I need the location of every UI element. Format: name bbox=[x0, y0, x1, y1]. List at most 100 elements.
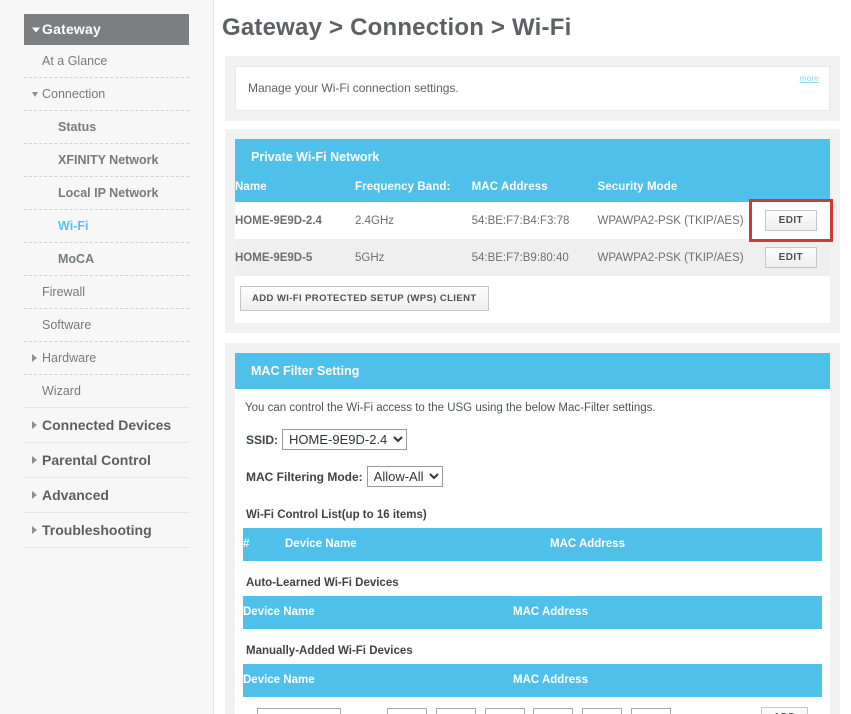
table-header-row: Name Frequency Band: MAC Address Securit… bbox=[235, 174, 830, 202]
sidebar-item-at-a-glance[interactable]: At a Glance bbox=[24, 45, 189, 78]
mac-octet-2-input[interactable] bbox=[435, 707, 476, 714]
column-header-name: Name bbox=[235, 174, 356, 202]
wifi-control-list-table: # Device Name MAC Address bbox=[243, 528, 822, 561]
manually-added-devices-table: Device Name MAC Address bbox=[243, 664, 822, 697]
sidebar-item-wizard[interactable]: Wizard bbox=[24, 375, 189, 408]
sidebar-item-parental-control[interactable]: Parental Control bbox=[24, 443, 189, 478]
table-header: Name Frequency Band: MAC Address Securit… bbox=[235, 174, 830, 202]
column-header-frequency-band: Frequency Band: bbox=[355, 174, 472, 202]
sidebar-item-xfinity-network[interactable]: XFINITY Network bbox=[24, 144, 189, 177]
column-header-mac-address: MAC Address bbox=[513, 664, 822, 697]
cell-network-name: HOME-9E9D-2.4 bbox=[235, 202, 356, 239]
private-wifi-title: Private Wi-Fi Network bbox=[251, 150, 380, 164]
sidebar-section-label: Advanced bbox=[42, 487, 109, 503]
ssid-row: SSID: HOME-9E9D-2.4 bbox=[243, 426, 822, 460]
mac-address-input-group: : : : : : bbox=[387, 707, 671, 714]
private-wifi-table: Name Frequency Band: MAC Address Securit… bbox=[235, 174, 834, 276]
sidebar-header-gateway[interactable]: Gateway bbox=[24, 14, 189, 45]
mac-filtering-mode-select[interactable]: Allow-All bbox=[366, 466, 443, 487]
auto-learned-label: Auto-Learned Wi-Fi Devices bbox=[246, 577, 399, 589]
sidebar-item-wi-fi[interactable]: Wi-Fi bbox=[24, 210, 189, 243]
table-header: Device Name MAC Address bbox=[243, 596, 822, 629]
ssid-label: SSID: bbox=[246, 432, 279, 447]
sidebar-item-firewall[interactable]: Firewall bbox=[24, 276, 189, 309]
column-header-device-name: Device Name bbox=[243, 664, 513, 697]
sidebar-nav-list: At a Glance Connection Status XFINITY Ne… bbox=[0, 45, 213, 548]
control-list-label: Wi-Fi Control List(up to 16 items) bbox=[246, 509, 427, 521]
manual-entry-row: : : : : : ADD bbox=[243, 697, 822, 714]
column-header-mac-address: MAC Address bbox=[550, 528, 822, 561]
sidebar-item-advanced[interactable]: Advanced bbox=[24, 478, 189, 513]
sidebar-item-connection[interactable]: Connection bbox=[24, 78, 189, 111]
sidebar-section-label: Parental Control bbox=[42, 452, 151, 468]
mac-octet-6-input[interactable] bbox=[630, 707, 671, 714]
column-header-action bbox=[751, 174, 830, 202]
private-wifi-panel: Private Wi-Fi Network Name Frequency Ban… bbox=[225, 129, 840, 333]
sidebar-item-label: Wi-Fi bbox=[58, 219, 89, 233]
edit-cell-highlighted: EDIT bbox=[748, 199, 834, 242]
sidebar-item-label: Connection bbox=[42, 87, 106, 101]
table-header: # Device Name MAC Address bbox=[243, 528, 822, 561]
sidebar-section-label: Connected Devices bbox=[42, 417, 172, 433]
sidebar-item-label: Software bbox=[42, 318, 92, 332]
wps-row: ADD WI-FI PROTECTED SETUP (WPS) CLIENT bbox=[235, 276, 830, 323]
mac-filter-body: You can control the Wi-Fi access to the … bbox=[235, 389, 830, 714]
chevron-down-icon bbox=[32, 92, 38, 97]
mac-octet-3-input[interactable] bbox=[484, 707, 525, 714]
sidebar-item-troubleshooting[interactable]: Troubleshooting bbox=[24, 513, 189, 548]
mac-octet-5-input[interactable] bbox=[582, 707, 623, 714]
sidebar-item-label: MoCA bbox=[58, 252, 95, 266]
table-body: HOME-9E9D-2.4 2.4GHz 54:BE:F7:B4:F3:78 W… bbox=[235, 199, 834, 276]
sidebar-item-label: Wizard bbox=[42, 384, 81, 398]
device-name-input[interactable] bbox=[257, 707, 341, 714]
edit-button-2g[interactable]: EDIT bbox=[764, 210, 818, 231]
intro-box: Manage your Wi-Fi connection settings. m… bbox=[235, 66, 830, 111]
sidebar-item-label: Firewall bbox=[42, 285, 86, 299]
mac-octet-4-input[interactable] bbox=[533, 707, 574, 714]
private-wifi-header: Private Wi-Fi Network bbox=[235, 139, 830, 174]
sidebar-item-connected-devices[interactable]: Connected Devices bbox=[24, 408, 189, 443]
table-row: HOME-9E9D-2.4 2.4GHz 54:BE:F7:B4:F3:78 W… bbox=[235, 199, 834, 242]
chevron-right-icon bbox=[32, 491, 37, 499]
mac-octet-1-input[interactable] bbox=[387, 707, 427, 714]
column-header-index: # bbox=[243, 528, 285, 561]
private-wifi-card: Private Wi-Fi Network Name Frequency Ban… bbox=[235, 139, 834, 323]
mac-filter-panel: MAC Filter Setting You can control the W… bbox=[225, 343, 840, 714]
add-device-button[interactable]: ADD bbox=[761, 707, 808, 714]
ssid-select[interactable]: HOME-9E9D-2.4 bbox=[282, 429, 408, 450]
cell-security-mode: WPAWPA2-PSK (TKIP/AES) bbox=[597, 202, 752, 239]
chevron-right-icon bbox=[32, 456, 37, 464]
chevron-down-icon bbox=[32, 27, 40, 32]
table-header-row: # Device Name MAC Address bbox=[243, 528, 822, 561]
sidebar-item-software[interactable]: Software bbox=[24, 309, 189, 342]
sidebar-header-label: Gateway bbox=[42, 21, 101, 37]
sidebar-section-label: Troubleshooting bbox=[42, 522, 152, 538]
auto-learned-devices-table: Device Name MAC Address bbox=[243, 596, 822, 629]
sidebar-item-label: Status bbox=[58, 120, 97, 134]
chevron-right-icon bbox=[32, 421, 37, 429]
intro-text: Manage your Wi-Fi connection settings. bbox=[248, 81, 459, 95]
column-header-device-name: Device Name bbox=[243, 596, 513, 629]
edit-button-5g[interactable]: EDIT bbox=[764, 247, 818, 268]
column-header-device-name: Device Name bbox=[285, 528, 550, 561]
sidebar-item-status[interactable]: Status bbox=[24, 111, 189, 144]
wifi-settings-page: Gateway At a Glance Connection Status XF… bbox=[0, 0, 851, 714]
column-header-security-mode: Security Mode bbox=[597, 174, 752, 202]
more-link[interactable]: more bbox=[800, 73, 819, 83]
cell-network-name: HOME-9E9D-5 bbox=[235, 239, 356, 276]
page-title: Gateway > Connection > Wi-Fi bbox=[222, 14, 572, 41]
sidebar-item-hardware[interactable]: Hardware bbox=[24, 342, 189, 375]
table-header-row: Device Name MAC Address bbox=[243, 596, 822, 629]
sidebar-item-label: Local IP Network bbox=[58, 186, 159, 200]
main-content: Gateway > Connection > Wi-Fi Manage your… bbox=[214, 0, 851, 714]
sidebar-item-label: Hardware bbox=[42, 351, 97, 365]
add-button-wrap: ADD bbox=[761, 707, 808, 714]
sidebar-item-local-ip-network[interactable]: Local IP Network bbox=[24, 177, 189, 210]
table-header: Device Name MAC Address bbox=[243, 664, 822, 697]
sidebar-item-label: At a Glance bbox=[42, 54, 108, 68]
add-wps-client-button[interactable]: ADD WI-FI PROTECTED SETUP (WPS) CLIENT bbox=[240, 286, 489, 311]
table-row: HOME-9E9D-5 5GHz 54:BE:F7:B9:80:40 WPAWP… bbox=[235, 239, 830, 276]
chevron-right-icon bbox=[32, 354, 37, 362]
sidebar-item-moca[interactable]: MoCA bbox=[24, 243, 189, 276]
intro-panel: Manage your Wi-Fi connection settings. m… bbox=[225, 56, 840, 121]
